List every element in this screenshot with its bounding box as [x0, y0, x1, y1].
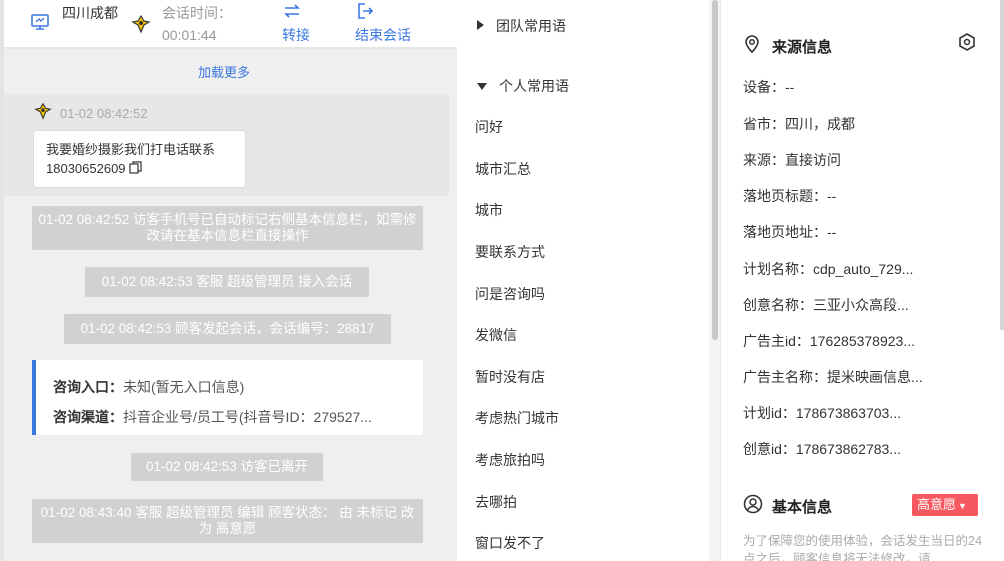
source-info-title: 来源信息	[772, 39, 833, 56]
info-row: 创意名称：三亚小众高段...	[743, 297, 909, 313]
phrase-item[interactable]: 窗口发不了	[475, 533, 545, 553]
session-time-value: 00:01:44	[162, 27, 217, 43]
system-message: 01-02 08:42:53 顾客发起会话，会话编号：28817	[64, 314, 391, 344]
quick-phrases-panel: 团队常用语 个人常用语 问好 城市汇总 城市 要联系方式 问是咨询吗 发微信 暂…	[457, 0, 709, 561]
consult-channel-value: 抖音企业号/员工号(抖音号ID：279527...	[123, 409, 372, 425]
consult-info-card: 咨询入口：未知(暂无入口信息) 咨询渠道：抖音企业号/员工号(抖音号ID：279…	[32, 360, 423, 435]
basic-info-title: 基本信息	[772, 499, 833, 516]
settings-hex-icon[interactable]	[958, 33, 976, 56]
phrase-item[interactable]: 考虑热门城市	[475, 408, 559, 428]
info-row: 计划id：178673863703...	[743, 405, 901, 421]
personal-phrases-group[interactable]: 个人常用语	[477, 76, 569, 96]
info-row: 落地页地址：--	[743, 224, 837, 240]
user-circle-icon	[743, 494, 763, 519]
phrase-item[interactable]: 发微信	[475, 325, 517, 345]
visitor-phone: 18030652609	[46, 161, 126, 176]
info-notice: 为了保障您的使用体验，会话发生当日的24点之后，顾客信息将无法修改，请	[743, 534, 982, 561]
phrase-item[interactable]: 去哪拍	[475, 492, 517, 512]
visitor-message-text: 我要婚纱摄影我们打电话联系	[46, 142, 216, 157]
info-row: 计划名称：cdp_auto_729...	[743, 261, 914, 277]
visitor-location: 四川成都	[62, 5, 118, 21]
session-time-label: 会话时间：	[162, 5, 232, 21]
consult-entry-key: 咨询入口：	[53, 379, 123, 395]
system-message: 01-02 08:42:52 访客手机号已自动标记右侧基本信息栏，如需修改请在基…	[32, 206, 423, 250]
chat-panel: 四川成都 会话时间： 00:01:44 转接 结束会话 加载更多 01-02 0…	[0, 0, 457, 561]
phrase-item[interactable]: 问好	[475, 117, 503, 137]
exit-icon[interactable]	[356, 2, 374, 25]
info-row: 广告主id：176285378923...	[743, 333, 915, 349]
expand-right-icon	[477, 20, 484, 30]
info-row: 设备：--	[743, 79, 795, 95]
visitor-info-panel: 来源信息 设备：-- 省市：四川，成都 来源：直接访问 落地页标题：-- 落地页…	[721, 0, 1004, 561]
team-phrases-group[interactable]: 团队常用语	[477, 16, 566, 36]
phrase-item[interactable]: 要联系方式	[475, 242, 545, 262]
visitor-message-time: 01-02 08:42:52	[60, 106, 148, 121]
intent-status-badge[interactable]: 高意愿 ▼	[912, 494, 978, 516]
load-more-link[interactable]: 加载更多	[198, 62, 250, 81]
chat-header: 四川成都 会话时间： 00:01:44 转接 结束会话	[4, 0, 457, 49]
consult-channel-key: 咨询渠道：	[53, 409, 123, 425]
consult-entry-value: 未知(暂无入口信息)	[123, 379, 245, 395]
system-message: 01-02 08:42:53 访客已离开	[131, 453, 323, 481]
end-session-button[interactable]: 结束会话	[355, 24, 411, 46]
phrase-item[interactable]: 城市汇总	[475, 159, 531, 179]
system-message: 01-02 08:43:40 客服 超级管理员 编辑 顾客状态： 由 未标记 改…	[32, 499, 423, 543]
info-row: 广告主名称：提米映画信息...	[743, 369, 923, 385]
phrase-item[interactable]: 问是咨询吗	[475, 284, 545, 304]
system-message: 01-02 08:42:53 客服 超级管理员 接入会话	[85, 267, 369, 297]
phrases-scrollbar[interactable]	[712, 0, 718, 340]
dropdown-caret-icon: ▼	[958, 501, 967, 511]
channel-logo-icon	[131, 14, 151, 39]
monitor-icon	[31, 14, 49, 35]
copy-icon[interactable]	[129, 160, 142, 179]
phrase-item[interactable]: 暂时没有店	[475, 367, 545, 387]
info-row: 省市：四川，成都	[743, 116, 855, 132]
transfer-button[interactable]: 转接	[282, 24, 310, 46]
phrase-item[interactable]: 城市	[475, 200, 503, 220]
chat-panel-edge	[0, 0, 4, 561]
info-scrollbar[interactable]	[1000, 0, 1004, 330]
collapse-down-icon	[477, 83, 487, 90]
info-row: 落地页标题：--	[743, 188, 837, 204]
phrase-item[interactable]: 考虑旅拍吗	[475, 450, 545, 470]
transfer-icon[interactable]	[282, 3, 302, 24]
info-row: 创意id：178673862783...	[743, 441, 901, 457]
visitor-message-bubble: 我要婚纱摄影我们打电话联系 18030652609	[33, 130, 246, 188]
visitor-message-group: 01-02 08:42:52 我要婚纱摄影我们打电话联系 18030652609	[4, 94, 449, 196]
visitor-avatar-icon	[34, 102, 52, 125]
info-row: 来源：直接访问	[743, 152, 841, 168]
location-pin-icon	[744, 35, 760, 58]
